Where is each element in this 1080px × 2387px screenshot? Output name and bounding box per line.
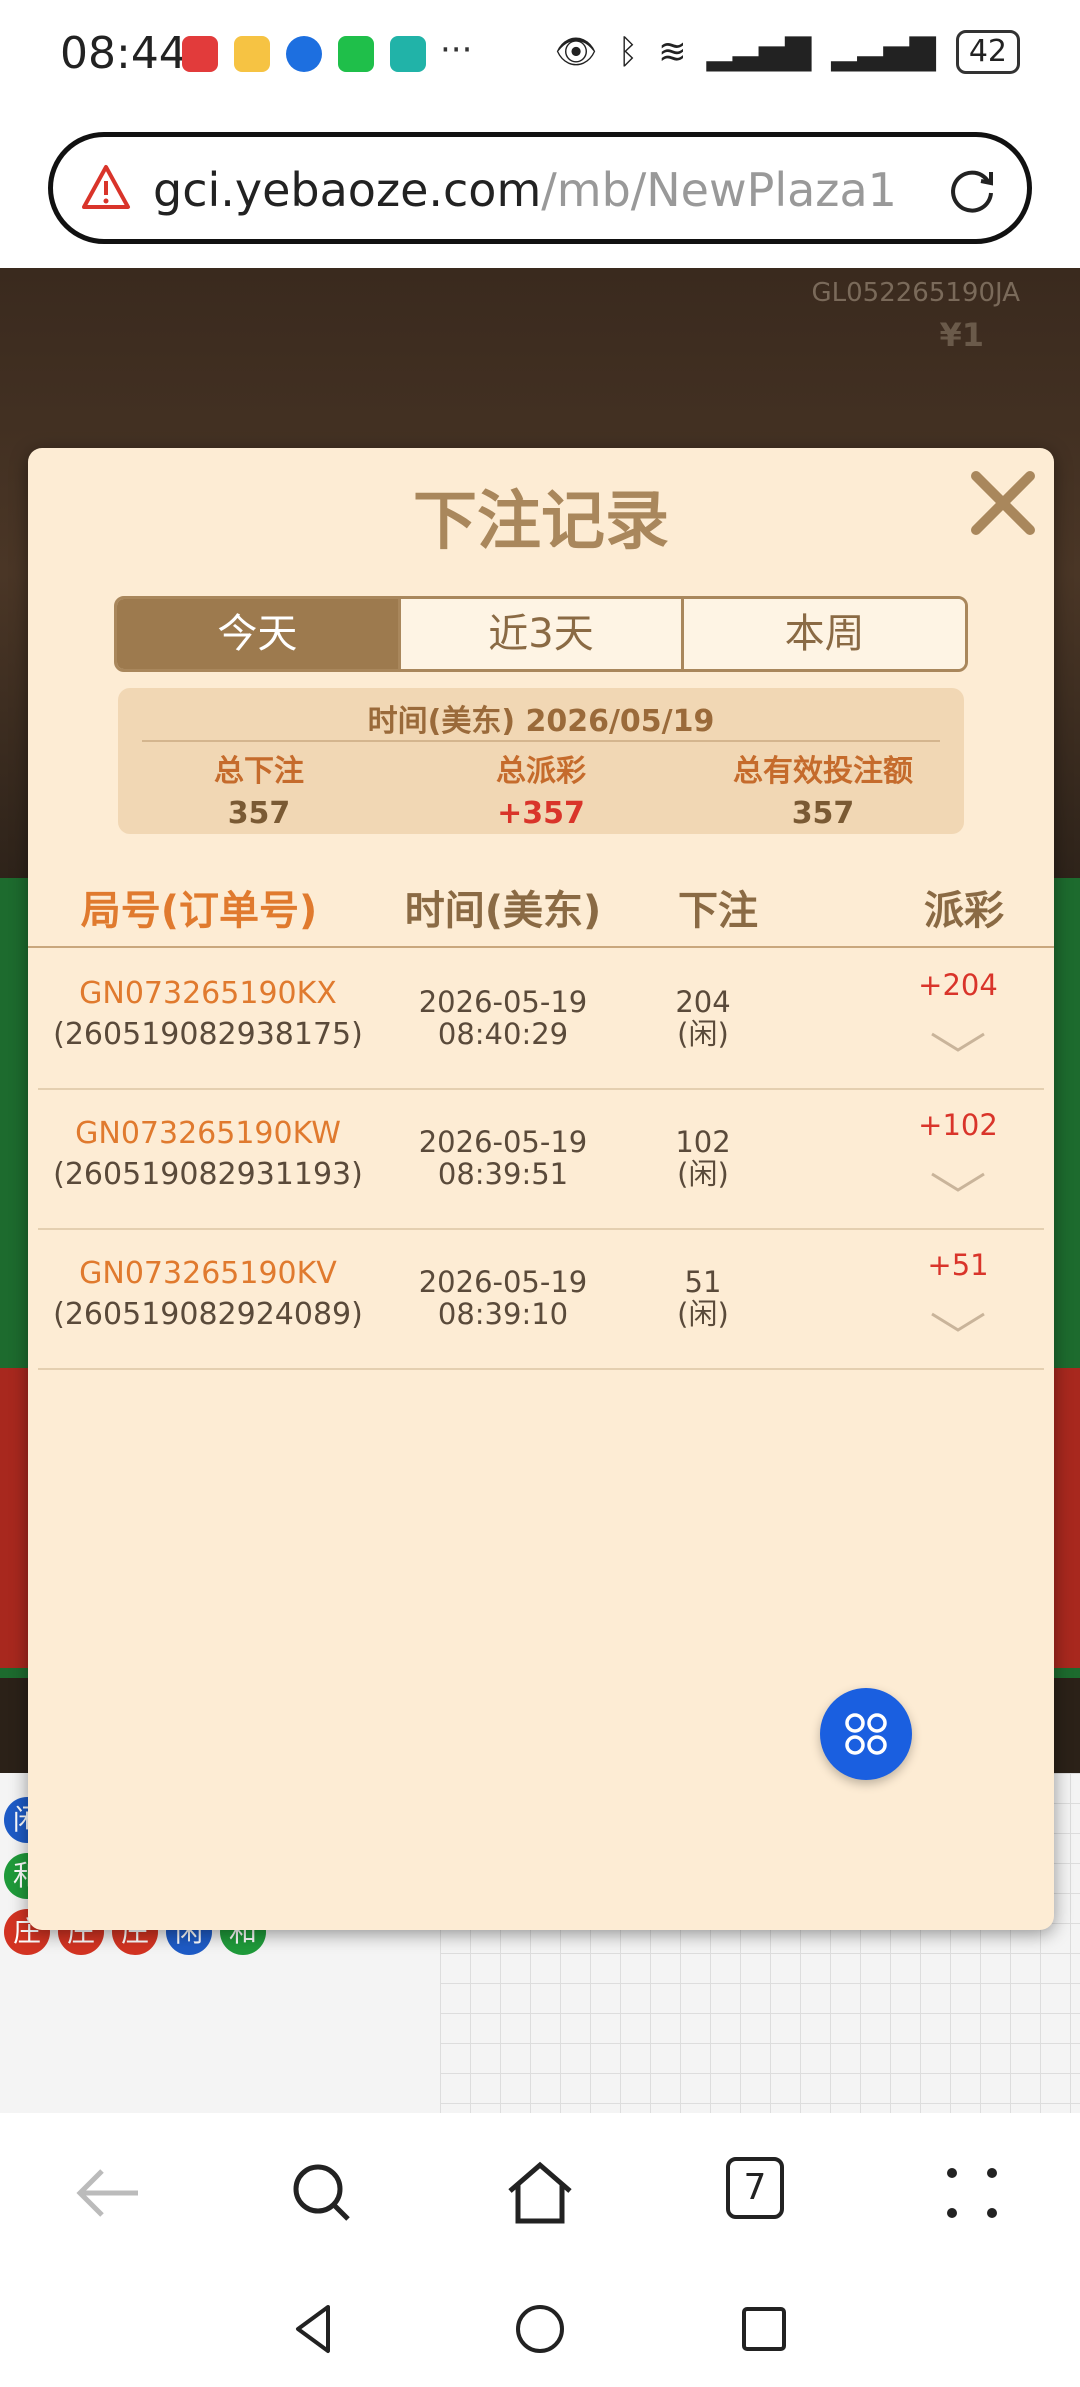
chat-app-icon [286,36,322,72]
tab-this-week[interactable]: 本周 [684,599,965,669]
total-payout: 总派彩 +357 [400,746,682,831]
round-id: GN073265190KW [75,1116,341,1151]
recents-square-icon[interactable] [734,2299,794,2359]
grid-menu-icon [845,1713,887,1755]
search-icon[interactable] [286,2157,358,2229]
status-time: 08:44 [60,28,187,79]
status-bar: 08:44 ··· 👁 ᛒ ≋ ▂▃▅▇ ▂▃▅▇ 42 [0,0,1080,110]
total-payout-value: +357 [497,796,585,831]
tab-today[interactable]: 今天 [117,599,401,669]
valid-bet-value: 357 [791,796,855,831]
total-bet-label: 总下注 [214,754,304,789]
bluetooth-icon: ᛒ [617,32,639,72]
url-text[interactable]: gci.yebaoze.com/mb/NewPlaza1 [153,163,897,217]
bet-date: 2026-05-19 [418,1265,588,1299]
total-bet-value: 357 [227,796,291,831]
header-time: 时间(美东) [404,888,602,934]
divider [142,740,940,742]
bet-amount: 102 [675,1125,731,1159]
system-navigation [0,2273,1080,2387]
bet-cell: 51 (闲) [633,1266,773,1330]
address-bar[interactable]: gci.yebaoze.com/mb/NewPlaza1 [48,132,1032,244]
summary-date: 时间(美东) 2026/05/19 [367,704,715,739]
screen: 08:44 ··· 👁 ᛒ ≋ ▂▃▅▇ ▂▃▅▇ 42 gci.yebaoze… [0,0,1080,2387]
valid-bet: 总有效投注额 357 [682,746,964,831]
total-payout-label: 总派彩 [496,754,586,789]
bet-date: 2026-05-19 [418,985,588,1019]
url-path: /mb/NewPlaza1 [541,163,897,217]
bet-amount: 51 [684,1265,722,1299]
weibo-icon [234,36,270,72]
home-circle-icon[interactable] [510,2299,570,2359]
valid-bet-label: 总有效投注额 [733,754,913,789]
reload-icon[interactable] [945,163,999,217]
payout-value: +204 [918,968,998,1002]
header-round: 局号(订单号) [80,888,318,934]
huawei-app-icon [182,36,218,72]
chevron-down-icon[interactable] [928,1170,988,1194]
dialog-title: 下注记录 [413,485,669,559]
order-number: (260519082938175) [53,1017,363,1052]
total-bet: 总下注 357 [118,746,400,831]
bet-side: (闲) [677,1017,729,1051]
more-notifications-icon: ··· [440,30,473,70]
boss-icon [390,36,426,72]
menu-fab-button[interactable] [820,1688,912,1780]
table-header: 局号(订单号) 时间(美东) 下注 派彩 [28,868,1054,948]
bet-date: 2026-05-19 [418,1125,588,1159]
time-cell: 2026-05-19 08:39:51 [368,1126,638,1190]
bet-time: 08:40:29 [437,1017,569,1051]
status-icons: 👁 ᛒ ≋ ▂▃▅▇ ▂▃▅▇ 42 [555,30,1020,74]
payout-value: +102 [918,1108,998,1142]
order-number: (260519082931193) [53,1157,363,1192]
round-cell: GN073265190KW (260519082931193) [38,1116,378,1192]
browser-toolbar: 7 [0,2113,1080,2273]
signal-icon: ▂▃▅▇ [706,32,812,72]
close-icon[interactable] [966,466,1040,540]
bet-time: 08:39:51 [437,1157,569,1191]
chevron-down-icon[interactable] [928,1310,988,1334]
bet-cell: 204 (闲) [633,986,773,1050]
battery-icon: 42 [955,30,1020,74]
bet-amount: 204 [675,985,731,1019]
more-menu-icon[interactable] [936,2157,1008,2229]
bet-records-dialog: 下注记录 今天 近3天 本周 时间(美东) 2026/05/19 总下注 357… [28,448,1054,1930]
back-arrow-icon[interactable] [72,2157,144,2229]
wechat-icon [338,36,374,72]
time-cell: 2026-05-19 08:39:10 [368,1266,638,1330]
summary-panel: 时间(美东) 2026/05/19 总下注 357 总派彩 +357 总有效投注… [118,688,964,834]
header-bet: 下注 [678,888,758,934]
table-row[interactable]: GN073265190KV (260519082924089) 2026-05-… [38,1230,1044,1370]
eye-icon: 👁 [554,32,598,72]
header-payout: 派彩 [924,888,1004,934]
round-cell: GN073265190KX (260519082938175) [38,976,378,1052]
round-cell: GN073265190KV (260519082924089) [38,1256,378,1332]
order-number: (260519082924089) [53,1297,363,1332]
bet-side: (闲) [677,1157,729,1191]
tabs-button[interactable]: 7 [726,2157,784,2219]
warning-icon[interactable] [81,163,131,213]
round-id: GN073265190KV [79,1256,337,1291]
bet-time: 08:39:10 [437,1297,569,1331]
bet-side: (闲) [677,1297,729,1331]
wifi-icon: ≋ [658,32,687,72]
payout-value: +51 [927,1248,989,1282]
table-row[interactable]: GN073265190KX (260519082938175) 2026-05-… [38,950,1044,1090]
period-tabs: 今天 近3天 本周 [114,596,968,672]
balance: ¥1 [939,316,984,354]
table-row[interactable]: GN073265190KW (260519082931193) 2026-05-… [38,1090,1044,1230]
table-id: GL052265190JA [811,278,1020,308]
home-icon[interactable] [504,2157,576,2229]
back-triangle-icon[interactable] [284,2299,344,2359]
url-host: gci.yebaoze.com [153,163,542,217]
tab-last-3-days[interactable]: 近3天 [400,599,685,669]
signal-icon: ▂▃▅▇ [831,32,936,72]
round-id: GN073265190KX [79,976,337,1011]
bet-cell: 102 (闲) [633,1126,773,1190]
chevron-down-icon[interactable] [928,1030,988,1054]
time-cell: 2026-05-19 08:40:29 [368,986,638,1050]
